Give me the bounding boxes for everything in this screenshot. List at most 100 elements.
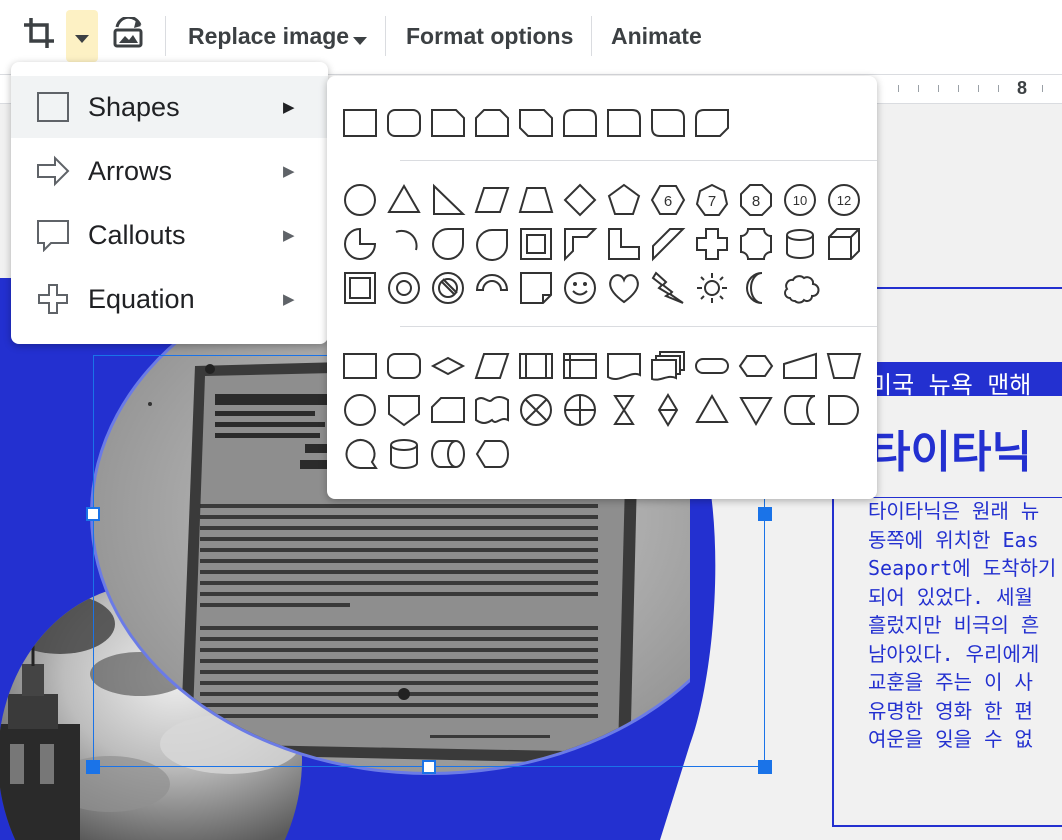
flowchart-manual-input-shape-icon[interactable] [782,348,818,384]
octagon-shape-icon[interactable]: 8 [738,182,774,218]
flowchart-display-shape-icon[interactable] [474,436,510,472]
shape-number-label: 6 [664,193,672,210]
flowchart-or-shape-icon[interactable] [562,392,598,428]
folded-corner-shape-icon[interactable] [518,270,554,306]
round-same-side-rectangle-shape-icon[interactable] [562,104,598,140]
plaque-shape-icon[interactable] [738,226,774,262]
resize-handle[interactable] [86,507,100,521]
arc-shape-icon[interactable] [386,226,422,262]
flowchart-internal-storage-shape-icon[interactable] [562,348,598,384]
snip-same-side-rectangle-shape-icon[interactable] [474,104,510,140]
flowchart-direct-access-storage-shape-icon[interactable] [430,436,466,472]
half-frame-shape-icon[interactable] [562,226,598,262]
shape-number-label: 7 [708,193,716,210]
crop-icon [22,16,56,56]
flowchart-sequential-access-storage-shape-icon[interactable] [342,436,378,472]
flowchart-stored-data-shape-icon[interactable] [782,392,818,428]
menu-item-arrows[interactable]: Arrows ▶ [11,140,328,202]
flowchart-offpage-connector-shape-icon[interactable] [386,392,422,428]
ruler-number: 8 [1017,78,1028,98]
chord-shape-icon[interactable] [474,226,510,262]
flowchart-preparation-shape-icon[interactable] [738,348,774,384]
arrow-right-icon [36,154,70,193]
menu-item-equation[interactable]: Equation ▶ [11,268,328,330]
flowchart-data-shape-icon[interactable] [474,348,510,384]
menu-item-label: Equation [88,283,195,314]
plus-shape-icon[interactable] [694,226,730,262]
body-line: 유명한 영화 한 편 [868,698,1033,723]
right-triangle-shape-icon[interactable] [430,182,466,218]
flowchart-sort-shape-icon[interactable] [650,392,686,428]
reset-image-button[interactable] [106,10,150,62]
smiley-face-shape-icon[interactable] [562,270,598,306]
snip-diagonal-rectangle-shape-icon[interactable] [518,104,554,140]
mask-dropdown-button[interactable] [66,10,98,62]
resize-handle[interactable] [422,760,436,774]
flowchart-collate-shape-icon[interactable] [606,392,642,428]
heart-shape-icon[interactable] [606,270,642,306]
flowchart-punched-tape-shape-icon[interactable] [474,392,510,428]
corner-shape-icon[interactable] [606,226,642,262]
rounded-rectangle-shape-icon[interactable] [386,104,422,140]
flowchart-alternate-process-shape-icon[interactable] [386,348,422,384]
flowchart-card-shape-icon[interactable] [430,392,466,428]
ellipse-shape-icon[interactable] [342,182,378,218]
slide-body: 타이타닉은 원래 뉴 동쪽에 위치한 Eas Seaport에 도착하기 되어 … [868,497,1056,754]
dodecagon-shape-icon[interactable]: 12 [826,182,862,218]
teardrop-shape-icon[interactable] [430,226,466,262]
animate-button[interactable]: Animate [611,10,702,62]
flowchart-process-shape-icon[interactable] [342,348,378,384]
flowchart-delay-shape-icon[interactable] [826,392,862,428]
menu-item-shapes[interactable]: Shapes ▶ [11,76,328,138]
donut-shape-icon[interactable] [386,270,422,306]
cube-shape-icon[interactable] [826,226,862,262]
diagonal-stripe-shape-icon[interactable] [650,226,686,262]
format-options-button[interactable]: Format options [406,10,573,62]
resize-handle[interactable] [86,760,100,774]
sun-shape-icon[interactable] [694,270,730,306]
round-diagonal-rectangle-shape-icon[interactable] [650,104,686,140]
flowchart-document-shape-icon[interactable] [606,348,642,384]
resize-handle[interactable] [758,760,772,774]
snip-single-corner-rectangle-shape-icon[interactable] [430,104,466,140]
submenu-arrow-icon: ▶ [283,291,295,308]
can-shape-icon[interactable] [782,226,818,262]
diamond-shape-icon[interactable] [562,182,598,218]
bevel-shape-icon[interactable] [342,270,378,306]
lightning-bolt-shape-icon[interactable] [650,270,686,306]
flowchart-magnetic-disk-shape-icon[interactable] [386,436,422,472]
round-single-corner-rectangle-shape-icon[interactable] [606,104,642,140]
flowchart-extract-shape-icon[interactable] [694,392,730,428]
parallelogram-shape-icon[interactable] [474,182,510,218]
trapezoid-shape-icon[interactable] [518,182,554,218]
heptagon-shape-icon[interactable]: 7 [694,182,730,218]
flowchart-manual-operation-shape-icon[interactable] [826,348,862,384]
shapes-submenu: 6 7 8 10 12 [327,76,877,499]
rectangle-shape-icon[interactable] [342,104,378,140]
flowchart-merge-shape-icon[interactable] [738,392,774,428]
ruler-tick [898,85,899,92]
flowchart-summing-junction-shape-icon[interactable] [518,392,554,428]
snip-round-rectangle-shape-icon[interactable] [694,104,730,140]
hexagon-shape-icon[interactable]: 6 [650,182,686,218]
menu-item-callouts[interactable]: Callouts ▶ [11,204,328,266]
flowchart-decision-shape-icon[interactable] [430,348,466,384]
flowchart-multidocument-shape-icon[interactable] [650,348,686,384]
flowchart-connector-shape-icon[interactable] [342,392,378,428]
flowchart-predefined-process-shape-icon[interactable] [518,348,554,384]
no-symbol-shape-icon[interactable] [430,270,466,306]
pentagon-shape-icon[interactable] [606,182,642,218]
flowchart-terminator-shape-icon[interactable] [694,348,730,384]
pie-shape-icon[interactable] [342,226,378,262]
crop-button[interactable] [14,10,64,62]
moon-shape-icon[interactable] [738,270,774,306]
cloud-shape-icon[interactable] [782,270,820,306]
frame-shape-icon[interactable] [518,226,554,262]
resize-handle[interactable] [758,507,772,521]
block-arc-shape-icon[interactable] [474,270,510,306]
decagon-shape-icon[interactable]: 10 [782,182,818,218]
slide-title: 타이타닉 [870,427,1032,478]
triangle-shape-icon[interactable] [386,182,422,218]
replace-image-button[interactable]: Replace image [188,10,368,62]
caret-down-icon [74,23,90,50]
